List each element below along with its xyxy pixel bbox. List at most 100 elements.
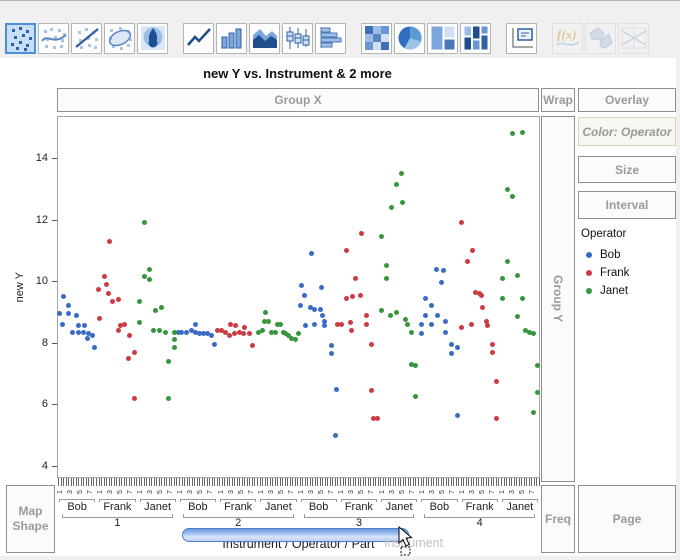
data-point[interactable] <box>350 294 355 299</box>
data-point[interactable] <box>515 273 520 278</box>
data-point[interactable] <box>375 416 380 421</box>
data-point[interactable] <box>364 322 369 327</box>
data-point[interactable] <box>520 296 525 301</box>
data-point[interactable] <box>242 325 247 330</box>
data-point[interactable] <box>505 259 510 264</box>
data-point[interactable] <box>92 345 97 350</box>
data-point[interactable] <box>96 287 101 292</box>
data-point[interactable] <box>441 268 446 273</box>
data-point[interactable] <box>110 299 115 304</box>
data-point[interactable] <box>333 433 338 438</box>
data-point[interactable] <box>147 277 152 282</box>
ellipse-icon[interactable] <box>104 23 135 54</box>
data-point[interactable] <box>106 291 111 296</box>
data-point[interactable] <box>81 330 86 335</box>
data-point[interactable] <box>400 200 405 205</box>
data-point[interactable] <box>455 413 460 418</box>
data-point[interactable] <box>399 171 404 176</box>
data-point[interactable] <box>260 328 265 333</box>
data-point[interactable] <box>459 220 464 225</box>
data-point[interactable] <box>490 350 495 355</box>
data-point[interactable] <box>480 305 485 310</box>
histogram-icon[interactable] <box>315 23 346 54</box>
data-point[interactable] <box>179 330 184 335</box>
data-point[interactable] <box>449 351 454 356</box>
data-point[interactable] <box>228 322 233 327</box>
area-chart-icon[interactable] <box>249 23 280 54</box>
data-point[interactable] <box>465 259 470 264</box>
scatter-plot-area[interactable] <box>57 116 540 478</box>
data-point[interactable] <box>358 293 363 298</box>
mosaic-icon[interactable] <box>460 23 491 54</box>
data-point[interactable] <box>455 345 460 350</box>
data-point[interactable] <box>531 331 536 336</box>
box-plot-icon[interactable] <box>282 23 313 54</box>
treemap-icon[interactable] <box>427 23 458 54</box>
smoother-icon[interactable] <box>38 23 69 54</box>
caption-box-icon[interactable] <box>506 23 537 54</box>
data-point[interactable] <box>369 342 374 347</box>
data-point[interactable] <box>359 231 364 236</box>
data-point[interactable] <box>469 322 474 327</box>
data-point[interactable] <box>241 331 246 336</box>
data-point[interactable] <box>142 220 147 225</box>
color-drop-zone[interactable]: Color: Operator <box>578 117 676 146</box>
data-point[interactable] <box>116 297 121 302</box>
legend-item[interactable]: Frank <box>586 265 629 281</box>
data-point[interactable] <box>90 333 95 338</box>
data-point[interactable] <box>163 330 168 335</box>
data-point[interactable] <box>429 322 434 327</box>
group-x-drop-zone[interactable]: Group X <box>57 88 539 112</box>
data-point[interactable] <box>127 333 132 338</box>
data-point[interactable] <box>172 345 177 350</box>
data-point[interactable] <box>405 322 410 327</box>
data-point[interactable] <box>193 322 198 327</box>
contour-icon[interactable] <box>137 23 168 54</box>
data-point[interactable] <box>296 331 301 336</box>
pie-chart-icon[interactable] <box>394 23 425 54</box>
data-point[interactable] <box>470 248 475 253</box>
data-point[interactable] <box>531 410 536 415</box>
data-point[interactable] <box>147 267 152 272</box>
data-point[interactable] <box>510 194 515 199</box>
data-point[interactable] <box>490 342 495 347</box>
data-point[interactable] <box>137 320 142 325</box>
data-point[interactable] <box>247 331 252 336</box>
data-point[interactable] <box>76 330 81 335</box>
data-point[interactable] <box>273 330 278 335</box>
data-point[interactable] <box>388 313 393 318</box>
data-point[interactable] <box>278 322 283 327</box>
data-point[interactable] <box>348 320 353 325</box>
data-point[interactable] <box>142 274 147 279</box>
data-point[interactable] <box>302 293 307 298</box>
data-point[interactable] <box>137 299 142 304</box>
data-point[interactable] <box>435 313 440 318</box>
legend-item[interactable]: Janet <box>586 283 628 299</box>
data-point[interactable] <box>318 307 323 312</box>
data-point[interactable] <box>510 131 515 136</box>
data-point[interactable] <box>353 276 358 281</box>
data-point[interactable] <box>339 322 344 327</box>
data-point[interactable] <box>61 294 66 299</box>
data-point[interactable] <box>97 316 102 321</box>
freq-drop-zone[interactable]: Freq <box>541 485 575 553</box>
data-point[interactable] <box>459 325 464 330</box>
data-point[interactable] <box>57 311 62 316</box>
data-point[interactable] <box>312 322 317 327</box>
data-point[interactable] <box>85 336 90 341</box>
wrap-drop-zone[interactable]: Wrap <box>541 88 575 112</box>
data-point[interactable] <box>266 319 271 324</box>
line-chart-icon[interactable] <box>183 23 214 54</box>
data-point[interactable] <box>443 319 448 324</box>
data-point[interactable] <box>166 396 171 401</box>
data-point[interactable] <box>319 285 324 290</box>
data-point[interactable] <box>500 276 505 281</box>
data-point[interactable] <box>60 322 65 327</box>
data-point[interactable] <box>413 394 418 399</box>
data-point[interactable] <box>349 328 354 333</box>
data-point[interactable] <box>515 314 520 319</box>
scatter-icon[interactable] <box>5 23 36 54</box>
data-point[interactable] <box>409 330 414 335</box>
data-point[interactable] <box>309 251 314 256</box>
data-point[interactable] <box>494 379 499 384</box>
